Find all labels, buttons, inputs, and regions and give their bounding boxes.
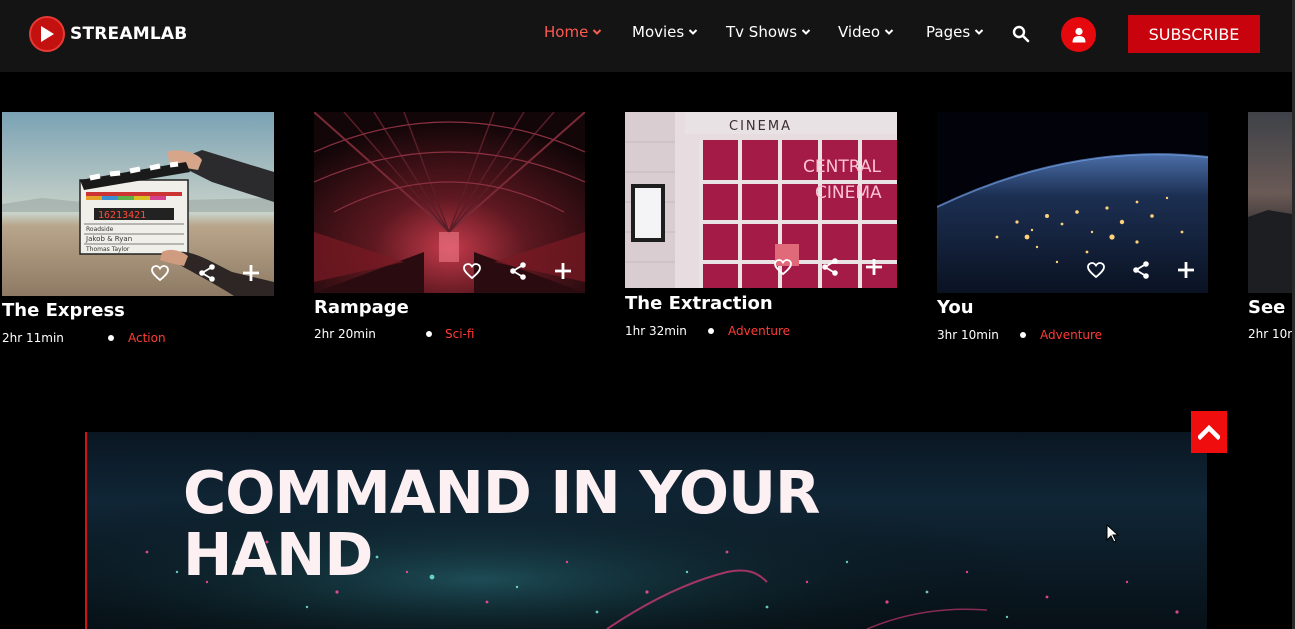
user-account-button[interactable] bbox=[1061, 17, 1096, 52]
banner-title: COMMAND IN YOUR HAND bbox=[183, 458, 820, 589]
separator-dot bbox=[1020, 332, 1026, 338]
share-button[interactable] bbox=[197, 263, 217, 283]
like-button[interactable] bbox=[150, 263, 170, 283]
movie-duration: 2hr 10min bbox=[1248, 327, 1292, 341]
chevron-down-icon bbox=[801, 29, 811, 35]
movie-thumbnail[interactable] bbox=[937, 112, 1208, 293]
movie-genre[interactable]: Adventure bbox=[1040, 328, 1102, 342]
add-button[interactable] bbox=[864, 257, 884, 277]
movie-title[interactable]: Rampage bbox=[314, 297, 409, 318]
movie-duration: 1hr 32min bbox=[625, 324, 687, 338]
heart-icon bbox=[463, 263, 481, 280]
chevron-down-icon bbox=[593, 29, 602, 35]
movie-duration: 3hr 10min bbox=[937, 328, 999, 342]
add-button[interactable] bbox=[241, 263, 261, 283]
share-icon bbox=[822, 258, 838, 276]
scroll-to-top-button[interactable] bbox=[1191, 411, 1227, 453]
movie-thumbnail[interactable]: 16213421 Roadside Jakob & Ryan Thomas Ta… bbox=[2, 112, 274, 296]
movie-genre[interactable]: Sci-fi bbox=[445, 327, 474, 341]
cinema-sign: CINEMA bbox=[729, 119, 792, 134]
movie-title[interactable]: The Extraction bbox=[625, 293, 773, 314]
share-button[interactable] bbox=[820, 257, 840, 277]
movie-thumbnail[interactable] bbox=[314, 112, 585, 293]
share-icon bbox=[199, 264, 215, 282]
plus-icon bbox=[1178, 262, 1194, 278]
user-icon bbox=[1072, 27, 1085, 42]
hero-banner: COMMAND IN YOUR HAND bbox=[85, 432, 1207, 629]
share-icon bbox=[510, 262, 526, 280]
chevron-down-icon bbox=[689, 29, 698, 35]
movie-card-see[interactable]: See 2hr 10min bbox=[1248, 0, 1292, 400]
chevron-down-icon bbox=[884, 29, 894, 35]
chevron-up-icon bbox=[1198, 424, 1220, 440]
nav-item-home[interactable]: Home bbox=[544, 23, 602, 41]
subscribe-button[interactable]: SUBSCRIBE bbox=[1128, 15, 1260, 53]
add-button[interactable] bbox=[1176, 260, 1196, 280]
share-button[interactable] bbox=[1131, 260, 1151, 280]
like-button[interactable] bbox=[1086, 260, 1106, 280]
nav-item-label: Tv Shows bbox=[726, 23, 798, 41]
movie-thumbnail[interactable] bbox=[1248, 112, 1292, 293]
nav-item-video[interactable]: Video bbox=[838, 23, 894, 41]
movie-thumbnail-image bbox=[314, 112, 585, 293]
like-button[interactable] bbox=[462, 261, 482, 281]
nav-item-tv-shows[interactable]: Tv Shows bbox=[726, 23, 811, 41]
brand-name: STREAMLAB bbox=[70, 24, 188, 44]
movie-thumbnail-image bbox=[937, 112, 1208, 293]
movie-thumbnail[interactable]: CINEMA CENTRAL CINEMA bbox=[625, 112, 897, 288]
play-icon bbox=[29, 16, 65, 52]
like-button[interactable] bbox=[773, 257, 793, 277]
clapper-text-line: Jakob & Ryan bbox=[85, 235, 132, 243]
nav-item-label: Movies bbox=[632, 23, 685, 41]
nav-item-label: Video bbox=[838, 23, 881, 41]
site-header: STREAMLAB Home Movies Tv Shows Video Pag… bbox=[0, 0, 1292, 72]
nav-item-label: Home bbox=[544, 23, 589, 41]
nav-item-label: Pages bbox=[926, 23, 971, 41]
plus-icon bbox=[866, 259, 882, 275]
search-icon bbox=[1012, 25, 1030, 43]
heart-icon bbox=[774, 259, 792, 276]
movie-thumbnail-image: CINEMA CENTRAL CINEMA bbox=[625, 112, 897, 288]
nav-item-movies[interactable]: Movies bbox=[632, 23, 698, 41]
movie-title[interactable]: You bbox=[937, 297, 974, 318]
movie-duration: 2hr 20min bbox=[314, 327, 376, 341]
heart-icon bbox=[1087, 262, 1105, 279]
movie-duration: 2hr 11min bbox=[2, 331, 64, 345]
movie-thumbnail-image: 16213421 Roadside Jakob & Ryan Thomas Ta… bbox=[2, 112, 274, 296]
central-sign: CENTRAL bbox=[803, 157, 881, 177]
add-button[interactable] bbox=[553, 261, 573, 281]
clapper-text-line: Roadside bbox=[86, 226, 114, 233]
chevron-down-icon bbox=[974, 29, 984, 35]
mouse-cursor-icon bbox=[1106, 524, 1120, 543]
central-sign-2: CINEMA bbox=[815, 183, 882, 203]
brand-logo[interactable]: STREAMLAB bbox=[29, 16, 187, 52]
clapper-text-line: Thomas Taylor bbox=[85, 246, 130, 253]
nav-item-pages[interactable]: Pages bbox=[926, 23, 984, 41]
separator-dot bbox=[708, 328, 714, 334]
share-icon bbox=[1133, 261, 1149, 279]
movie-title[interactable]: The Express bbox=[2, 300, 125, 321]
heart-icon bbox=[151, 265, 169, 282]
plus-icon bbox=[243, 265, 259, 281]
share-button[interactable] bbox=[508, 261, 528, 281]
clapper-roll-number: 16213421 bbox=[98, 210, 146, 221]
movie-title[interactable]: See bbox=[1248, 297, 1285, 318]
separator-dot bbox=[108, 335, 114, 341]
plus-icon bbox=[555, 263, 571, 279]
movie-genre[interactable]: Adventure bbox=[728, 324, 790, 338]
movie-genre[interactable]: Action bbox=[128, 331, 166, 345]
search-button[interactable] bbox=[1012, 25, 1030, 43]
separator-dot bbox=[426, 331, 432, 337]
movie-thumbnail-image bbox=[1248, 112, 1292, 293]
